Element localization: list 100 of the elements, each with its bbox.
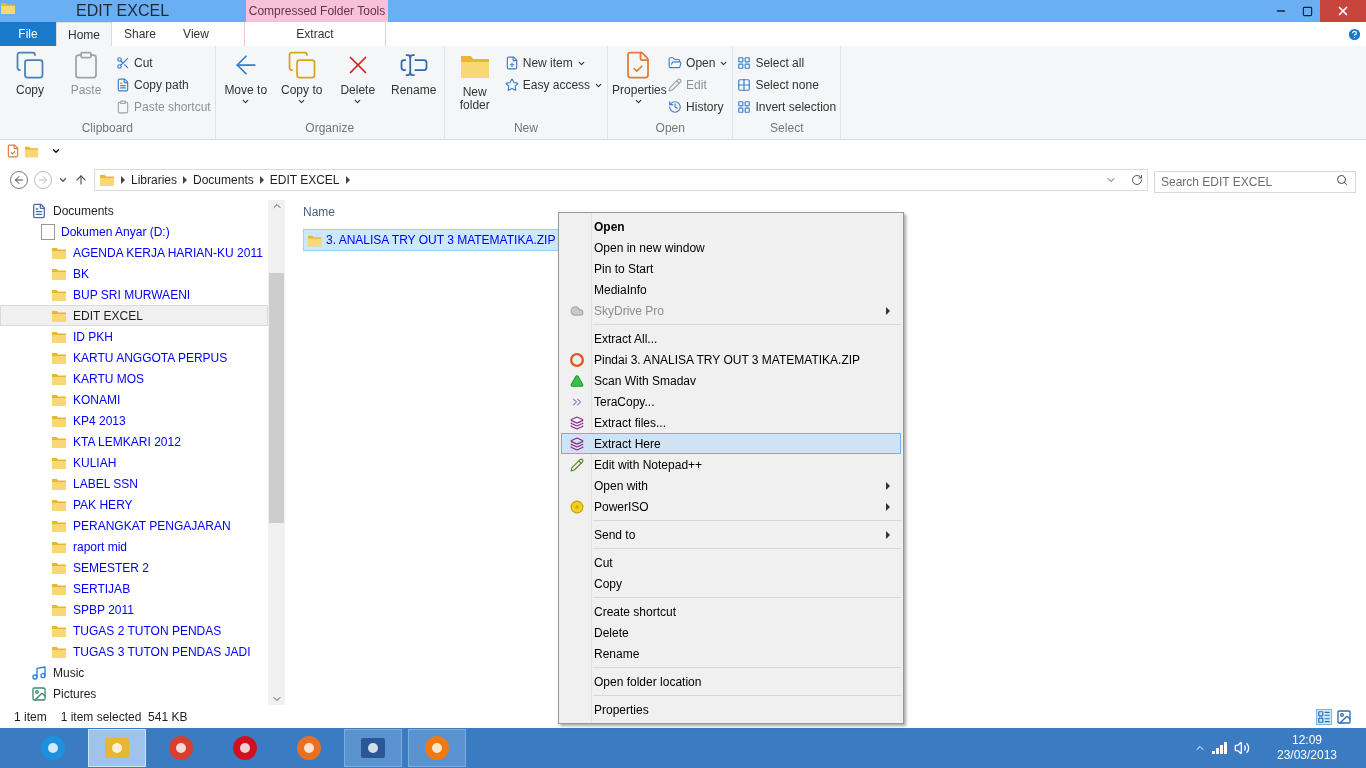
menu-item[interactable]: Open — [561, 216, 901, 237]
file-row[interactable]: 3. ANALISA TRY OUT 3 MATEMATIKA.ZIP — [303, 229, 559, 251]
breadcrumb-arrow-icon — [345, 176, 350, 184]
menu-item[interactable]: Cut — [561, 552, 901, 573]
ribbon-tab[interactable]: Home — [56, 22, 112, 46]
recent-caret-icon[interactable] — [58, 175, 68, 185]
ribbon-button[interactable]: Easy access — [504, 76, 604, 94]
menu-item[interactable]: Properties — [561, 699, 901, 720]
group-label: New — [512, 120, 539, 137]
ribbon-icon — [286, 50, 317, 80]
details-view-button[interactable] — [1316, 708, 1332, 725]
ribbon-icon — [737, 78, 752, 92]
menu-item[interactable]: Pindai 3. ANALISA TRY OUT 3 MATEMATIKA.ZIP — [561, 349, 901, 370]
close-icon — [1336, 4, 1350, 18]
group-label: Open — [654, 120, 686, 137]
menu-item[interactable]: Open in new window — [561, 237, 901, 258]
large-icons-view-button[interactable] — [1336, 708, 1352, 725]
ribbon-button[interactable]: Move to — [219, 50, 272, 120]
menu-item[interactable]: Extract Here — [561, 433, 901, 454]
submenu-arrow-icon — [886, 481, 890, 490]
up-button[interactable] — [74, 173, 88, 187]
breadcrumb[interactable]: Libraries — [131, 171, 178, 189]
menu-item[interactable]: MediaInfo — [561, 279, 901, 300]
menu-item[interactable]: Create shortcut — [561, 601, 901, 622]
tree-item[interactable]: ID PKH — [0, 326, 268, 347]
tree-item[interactable]: KP4 2013 — [0, 410, 268, 431]
menu-item[interactable]: TeraCopy... — [561, 391, 901, 412]
folder-icon — [0, 0, 16, 16]
tree-item[interactable]: TUGAS 3 TUTON PENDAS JADI — [0, 641, 268, 662]
ribbon-tab[interactable]: Share — [112, 22, 168, 46]
search-field[interactable]: Search EDIT EXCEL — [1154, 171, 1356, 193]
tree-item[interactable]: Dokumen Anyar (D:) — [0, 221, 268, 242]
group-label: Clipboard — [80, 120, 135, 137]
menu-item[interactable]: Extract files... — [561, 412, 901, 433]
volume-icon[interactable] — [1234, 740, 1250, 756]
tree-item[interactable]: BUP SRI MURWAENI — [0, 284, 268, 305]
taskbar-button[interactable] — [408, 729, 466, 767]
tree-item[interactable]: PAK HERY — [0, 494, 268, 515]
ribbon-button[interactable]: Delete — [331, 50, 384, 120]
ribbon-button[interactable]: Copy path — [116, 76, 211, 94]
clock[interactable]: 12:09 23/03/2013 — [1272, 733, 1342, 763]
ribbon-tab[interactable]: View — [168, 22, 224, 46]
ribbon-button[interactable]: Rename — [387, 50, 440, 120]
caret-icon[interactable] — [51, 146, 61, 156]
tree-item[interactable]: KULIAH — [0, 452, 268, 473]
menu-item[interactable]: Copy — [561, 573, 901, 594]
breadcrumb[interactable]: Documents — [193, 171, 254, 189]
app-icon — [294, 733, 324, 763]
properties-icon[interactable] — [6, 144, 20, 158]
tree-item[interactable]: LABEL SSN — [0, 473, 268, 494]
taskbar-button[interactable] — [344, 729, 402, 767]
tree-item[interactable]: Music — [0, 662, 268, 683]
tree-item[interactable]: KONAMI — [0, 389, 268, 410]
menu-item[interactable]: Send to — [561, 524, 901, 545]
ribbon-button[interactable]: History — [668, 98, 729, 116]
tree-item[interactable]: SEMESTER 2 — [0, 557, 268, 578]
menu-item[interactable]: Rename — [561, 643, 901, 664]
tree-item[interactable]: Pictures — [0, 683, 268, 704]
ribbon-button[interactable]: Invert selection — [737, 98, 837, 116]
ribbon-tab[interactable]: File — [0, 22, 56, 46]
ribbon-button[interactable]: Properties — [612, 50, 665, 120]
ribbon-button[interactable]: Select all — [737, 54, 837, 72]
ribbon-icon — [116, 78, 130, 92]
menu-item[interactable]: Extract All... — [561, 328, 901, 349]
ribbon-button[interactable]: Copy to — [275, 50, 328, 120]
menu-item[interactable]: Pin to Start — [561, 258, 901, 279]
menu-item[interactable]: Scan With Smadav — [561, 370, 901, 391]
ribbon-button[interactable]: Cut — [116, 54, 211, 72]
menu-item[interactable]: Open with — [561, 475, 901, 496]
tree-item[interactable]: KARTU MOS — [0, 368, 268, 389]
address-bar[interactable]: Libraries Documents EDIT EXCEL — [94, 169, 1148, 191]
ribbon-button[interactable]: Copy — [4, 50, 56, 120]
refresh-icon[interactable] — [1131, 174, 1143, 186]
menu-item[interactable]: PowerISO — [561, 496, 901, 517]
tree-item[interactable]: Documents — [0, 200, 268, 221]
ribbon-button[interactable]: New folder — [448, 50, 501, 120]
tree-item[interactable]: SERTIJAB — [0, 578, 268, 599]
signal-icon[interactable] — [1212, 742, 1228, 754]
tree-item[interactable]: AGENDA KERJA HARIAN-KU 2011 — [0, 242, 268, 263]
tree-item[interactable]: raport mid — [0, 536, 268, 557]
ribbon-icon — [504, 78, 519, 92]
menu-item[interactable]: Open folder location — [561, 671, 901, 692]
menu-item[interactable]: Delete — [561, 622, 901, 643]
tree-item[interactable]: KARTU ANGGOTA PERPUS — [0, 347, 268, 368]
ribbon-icon — [668, 100, 683, 114]
tree-item[interactable]: TUGAS 2 TUTON PENDAS — [0, 620, 268, 641]
tree-item[interactable]: KTA LEMKARI 2012 — [0, 431, 268, 452]
ribbon-button[interactable]: Open — [668, 54, 729, 72]
help-icon[interactable] — [1347, 27, 1362, 42]
tree-item[interactable]: SPBP 2011 — [0, 599, 268, 620]
menu-item[interactable]: Edit with Notepad++ — [561, 454, 901, 475]
tree-item[interactable]: EDIT EXCEL — [0, 305, 268, 326]
tree-item[interactable]: PERANGKAT PENGAJARAN — [0, 515, 268, 536]
triangle-icon — [570, 373, 584, 388]
scrollbar[interactable] — [268, 200, 285, 705]
breadcrumb[interactable]: EDIT EXCEL — [269, 171, 340, 189]
ribbon-button[interactable]: Select none — [737, 76, 837, 94]
ribbon-button[interactable]: New item — [504, 54, 604, 72]
tree-item[interactable]: BK — [0, 263, 268, 284]
ribbon-icon — [737, 56, 752, 70]
